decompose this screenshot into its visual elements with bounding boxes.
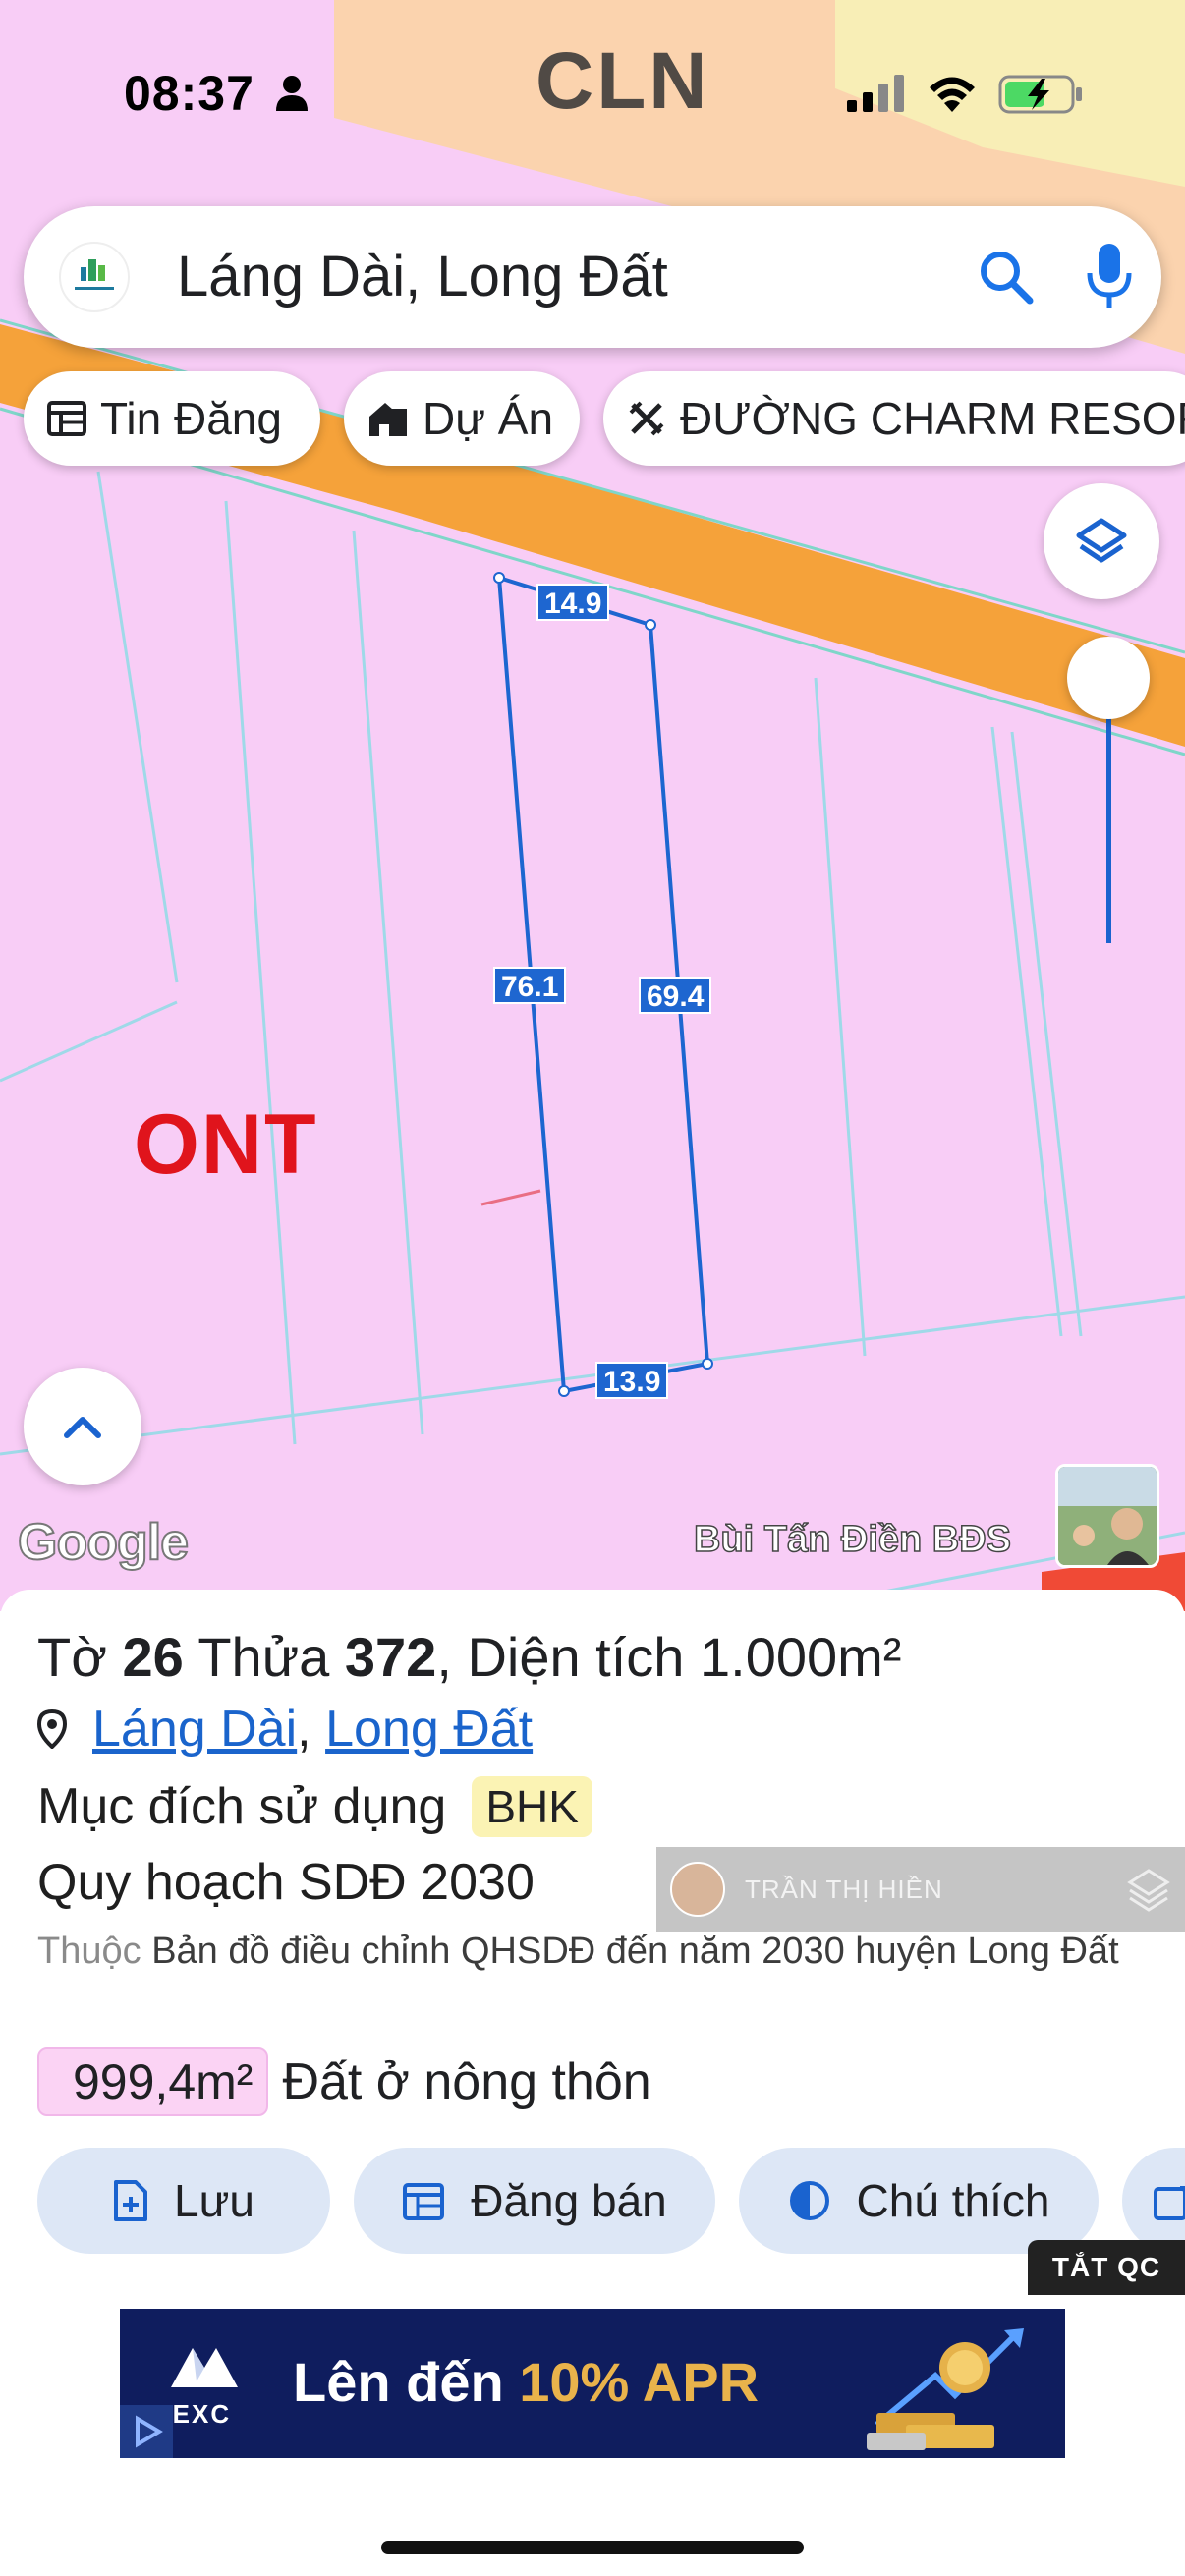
layers-button[interactable] bbox=[1044, 483, 1159, 599]
close-ads-button[interactable]: TẮT QC bbox=[1028, 2240, 1185, 2295]
overlay-ad[interactable]: TRẦN THỊ HIỀN bbox=[656, 1847, 1185, 1932]
post-sale-button[interactable]: Đăng bán bbox=[354, 2148, 715, 2254]
location-link-commune[interactable]: Láng Dài bbox=[92, 1700, 297, 1759]
expand-button[interactable] bbox=[24, 1368, 141, 1485]
plan-source-text: Bản đồ điều chỉnh QHSDĐ đến năm 2030 huy… bbox=[151, 1931, 1119, 1972]
gold-coins-icon bbox=[867, 2328, 1024, 2450]
status-time: 08:37 bbox=[124, 66, 254, 121]
author-avatar[interactable] bbox=[1055, 1464, 1159, 1568]
search-input[interactable]: Láng Dài, Long Đất bbox=[177, 242, 668, 312]
add-document-icon bbox=[114, 2180, 148, 2221]
add-image-icon bbox=[1154, 2186, 1185, 2220]
legend-button-label: Chú thích bbox=[856, 2175, 1050, 2226]
ad-banner[interactable]: MEXC Lên đến 10% APR bbox=[120, 2309, 1065, 2458]
parcel-title: Tờ 26 Thửa 372, Diện tích 1.000m² bbox=[37, 1625, 901, 1689]
contrast-icon bbox=[789, 2181, 829, 2220]
status-bar: 08:37 bbox=[0, 0, 1185, 187]
layers-stack-icon bbox=[1127, 1869, 1170, 1912]
location-link-district[interactable]: Long Đất bbox=[325, 1700, 533, 1759]
ad-choices-icon[interactable] bbox=[120, 2405, 173, 2458]
sheet-number: 26 bbox=[122, 1626, 184, 1688]
measurement-left: 76.1 bbox=[493, 967, 567, 1004]
chip-listings[interactable]: Tin Đăng bbox=[24, 371, 320, 466]
plot-number: 372 bbox=[344, 1626, 437, 1688]
calendar-listing-icon bbox=[403, 2183, 445, 2220]
plan-area-row: 999,4m² Đất ở nông thôn bbox=[37, 2047, 651, 2116]
chip-listings-label: Tin Đăng bbox=[100, 393, 282, 444]
measurement-top: 14.9 bbox=[536, 584, 610, 621]
app-logo bbox=[59, 242, 130, 312]
save-button[interactable]: Lưu bbox=[37, 2148, 330, 2254]
person-icon bbox=[276, 76, 308, 111]
search-icon[interactable] bbox=[977, 248, 1036, 307]
location-pin-icon bbox=[37, 1709, 67, 1749]
post-sale-button-label: Đăng bán bbox=[471, 2175, 667, 2226]
parcel-area: 1.000m² bbox=[700, 1626, 902, 1688]
plan-source-prefix: Thuộc bbox=[37, 1931, 141, 1972]
plan-source: Thuộc Bản đồ điều chỉnh QHSDĐ đến năm 20… bbox=[37, 1924, 1167, 1979]
plot-label: Thửa bbox=[198, 1626, 330, 1688]
search-bar[interactable]: Láng Dài, Long Đất bbox=[24, 206, 1161, 348]
chevron-up-icon bbox=[64, 1417, 101, 1438]
app-logo-icon bbox=[75, 259, 114, 290]
map-view[interactable]: CLN ONT 14.9 76.1 69.4 13.9 08:37 Láng D… bbox=[0, 0, 1185, 1611]
land-use-label: Mục đích sử dụng bbox=[37, 1778, 447, 1835]
plan-area-value: 999,4m² bbox=[37, 2047, 269, 2116]
overlay-ad-avatar bbox=[670, 1862, 725, 1917]
plan-area-label: Đất ở nông thôn bbox=[282, 2053, 651, 2110]
opacity-slider-thumb[interactable] bbox=[1067, 637, 1150, 719]
author-name: Bùi Tấn Điền BĐS bbox=[693, 1518, 1012, 1561]
land-use-badge: BHK bbox=[472, 1776, 592, 1837]
plan-title: Quy hoạch SDĐ 2030 bbox=[37, 1854, 535, 1911]
road-icon bbox=[629, 401, 664, 436]
listing-icon bbox=[47, 401, 86, 436]
ad-headline-highlight: 10% APR bbox=[519, 2351, 760, 2413]
buildings-icon bbox=[369, 403, 407, 436]
sheet-label: Tờ bbox=[37, 1626, 107, 1688]
legend-button[interactable]: Chú thích bbox=[739, 2148, 1099, 2254]
area-label: , Diện tích bbox=[436, 1626, 685, 1688]
location-row: Láng Dài, Long Đất bbox=[37, 1700, 533, 1759]
chip-road-label: ĐƯỜNG CHARM RESOR bbox=[680, 393, 1185, 444]
measurement-right: 69.4 bbox=[639, 977, 712, 1014]
mexc-logo-icon bbox=[171, 2348, 238, 2387]
microphone-icon[interactable] bbox=[1085, 242, 1134, 312]
chip-projects-label: Dự Án bbox=[423, 393, 554, 444]
battery-charging-icon bbox=[998, 75, 1082, 114]
google-attribution: Google bbox=[17, 1513, 190, 1572]
land-use-row: Mục đích sử dụng BHK bbox=[37, 1776, 592, 1837]
home-indicator[interactable] bbox=[381, 2541, 804, 2554]
more-actions-button[interactable] bbox=[1122, 2148, 1185, 2254]
avatar-image bbox=[1058, 1467, 1157, 1565]
cellular-signal-icon bbox=[847, 75, 904, 112]
save-button-label: Lưu bbox=[174, 2175, 254, 2226]
location-separator: , bbox=[297, 1701, 326, 1758]
ad-headline-prefix: Lên đến bbox=[293, 2351, 520, 2413]
layers-icon bbox=[1076, 518, 1127, 563]
chip-road[interactable]: ĐƯỜNG CHARM RESOR bbox=[603, 371, 1185, 466]
chip-projects[interactable]: Dự Án bbox=[344, 371, 580, 466]
zone-label-ont: ONT bbox=[134, 1097, 318, 1192]
ad-headline: Lên đến 10% APR bbox=[293, 2350, 759, 2414]
measurement-bottom: 13.9 bbox=[595, 1362, 669, 1399]
wifi-icon bbox=[930, 77, 975, 112]
overlay-ad-name: TRẦN THỊ HIỀN bbox=[745, 1874, 943, 1904]
